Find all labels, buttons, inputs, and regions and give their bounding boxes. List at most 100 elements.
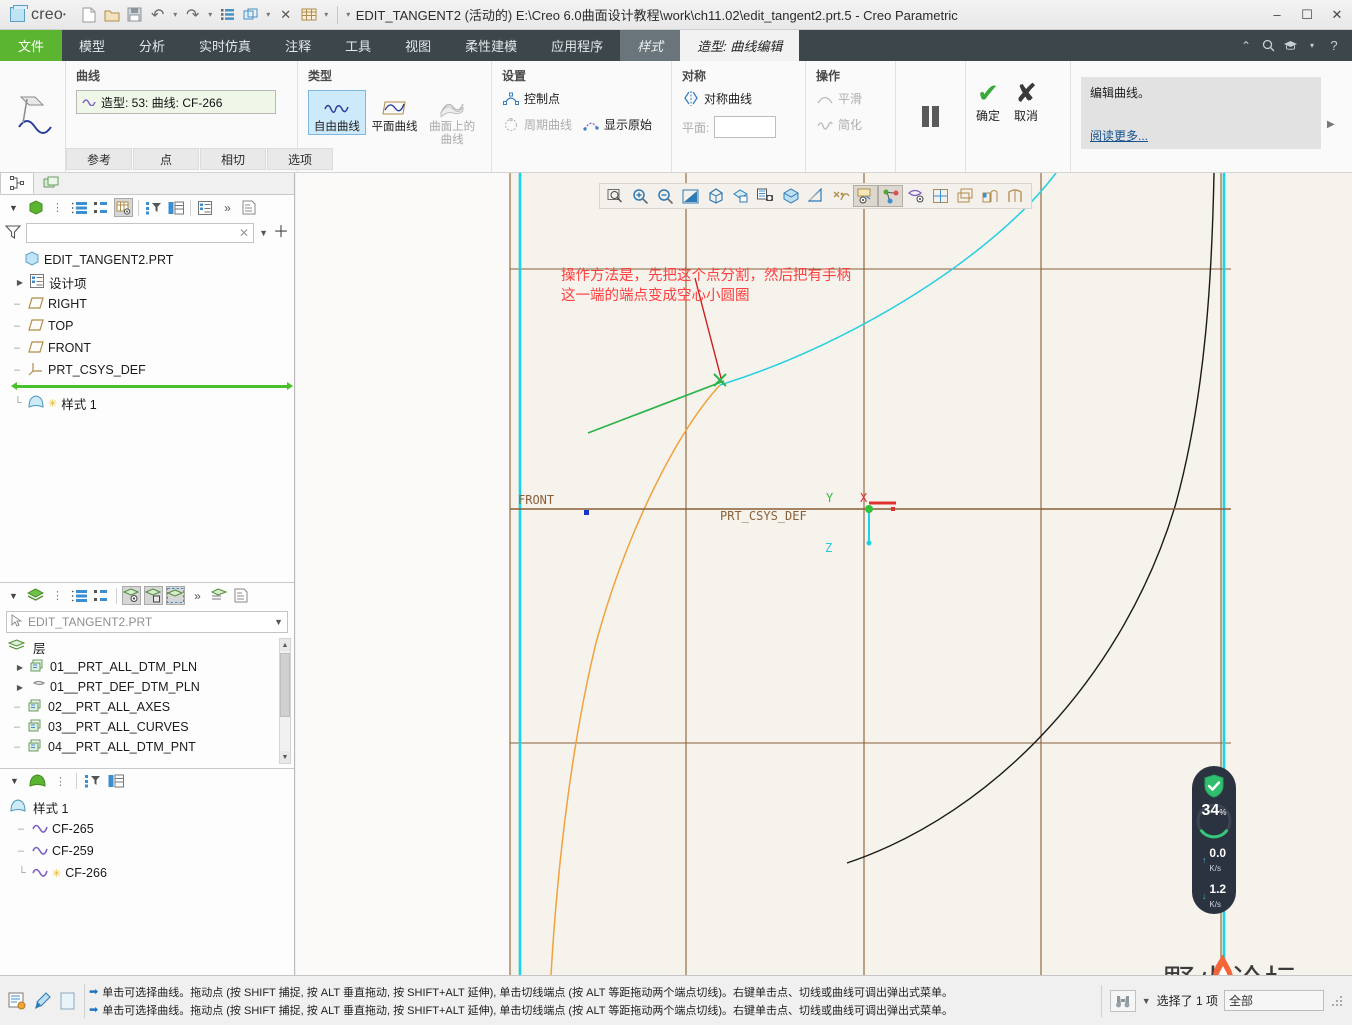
layers-icon[interactable]: [26, 586, 45, 605]
reorient-icon[interactable]: [703, 185, 728, 207]
layer-settings-icon[interactable]: [210, 586, 229, 605]
csys-display-icon[interactable]: [978, 185, 1003, 207]
display-style-icon[interactable]: [778, 185, 803, 207]
layer-item-1[interactable]: ▶ 01__PRT_DEF_DTM_PLN: [8, 677, 294, 697]
filter-icon[interactable]: [83, 772, 102, 791]
resize-grip[interactable]: [1330, 994, 1344, 1008]
expand-toggle-icon[interactable]: ▶: [14, 683, 26, 692]
tree-node-front[interactable]: – FRONT: [8, 337, 294, 359]
model-tree[interactable]: EDIT_TANGENT2.PRT ▶ 设计项 – RIGHT – TOP –: [0, 246, 294, 414]
network-speed-widget[interactable]: 34% ↑ 0.0 K/s ↓ 1.2 K/s: [1192, 766, 1236, 914]
brush-icon[interactable]: [32, 991, 52, 1011]
tree-columns-icon[interactable]: [92, 198, 111, 217]
close-button[interactable]: ✕: [1322, 0, 1352, 30]
undo-dropdown-icon[interactable]: ▾: [170, 10, 181, 19]
tree-filter-input[interactable]: ✕: [26, 223, 255, 243]
section-display-icon[interactable]: [1003, 185, 1028, 207]
tab-view[interactable]: 视图: [388, 30, 448, 61]
display-style-icon[interactable]: [298, 4, 320, 26]
close-window-icon[interactable]: ✕: [275, 4, 297, 26]
chevron-down-icon[interactable]: ▼: [274, 617, 283, 627]
spin-center-icon[interactable]: [878, 185, 903, 207]
model-cube-icon[interactable]: [26, 198, 45, 217]
more-options-icon[interactable]: ⋮: [48, 586, 67, 605]
layer-detail-icon[interactable]: [232, 586, 251, 605]
ok-button[interactable]: ✔ 确定: [976, 79, 1000, 124]
read-more-link[interactable]: 阅读更多...: [1090, 127, 1148, 144]
style-icon[interactable]: [28, 772, 47, 791]
tab-tools[interactable]: 工具: [328, 30, 388, 61]
layer-tree-tab[interactable]: [34, 172, 68, 194]
control-points-toggle[interactable]: 控制点: [502, 90, 661, 107]
style-curve-0[interactable]: – CF-265: [10, 818, 294, 840]
new-file-icon[interactable]: [78, 4, 100, 26]
scrollbar-thumb[interactable]: [280, 653, 290, 717]
layer-model-selector[interactable]: EDIT_TANGENT2.PRT ▼: [6, 611, 288, 633]
window-icon[interactable]: [240, 4, 262, 26]
point-display-icon[interactable]: [953, 185, 978, 207]
tab-annotate[interactable]: 注释: [268, 30, 328, 61]
curve-edit-big-icon[interactable]: [0, 61, 66, 172]
help-center-icon[interactable]: [1280, 32, 1300, 60]
columns-icon[interactable]: [106, 772, 125, 791]
tree-filter-row[interactable]: ✕ ▼ ＋: [0, 220, 294, 246]
tree-node-style[interactable]: └ ✳ 样式 1: [8, 392, 294, 414]
expand-arrow-icon[interactable]: ▼: [4, 198, 23, 217]
model-tree-tab[interactable]: [0, 172, 34, 194]
tree-node-root[interactable]: EDIT_TANGENT2.PRT: [8, 249, 294, 271]
type-free-curve-button[interactable]: 自由曲线: [308, 90, 366, 136]
symmetric-curve-toggle[interactable]: 对称曲线: [682, 90, 795, 107]
layer-show-icon[interactable]: [122, 586, 141, 605]
minimize-button[interactable]: –: [1262, 0, 1292, 30]
datum-plane-display-icon[interactable]: [903, 185, 928, 207]
zoom-out-icon[interactable]: [653, 185, 678, 207]
tab-flexible-modeling[interactable]: 柔性建模: [448, 30, 534, 61]
style-curve-2[interactable]: └ ✳ CF-266: [10, 862, 294, 884]
tree-node-design-items[interactable]: ▶ 设计项: [8, 271, 294, 293]
tab-analysis[interactable]: 分析: [122, 30, 182, 61]
settings-list-icon[interactable]: [196, 198, 215, 217]
window-dropdown-icon[interactable]: ▾: [263, 10, 274, 19]
layer-item-3[interactable]: – 03__PRT_ALL_CURVES: [8, 717, 294, 737]
tree-filter-display-icon[interactable]: [114, 198, 133, 217]
filter-settings-icon[interactable]: [144, 198, 163, 217]
annotation-display-icon[interactable]: [853, 185, 878, 207]
subtab-tangency[interactable]: 相切: [200, 148, 266, 170]
regenerate-icon[interactable]: [217, 4, 239, 26]
ribbon-tab-bar[interactable]: 文件 模型 分析 实时仿真 注释 工具 视图 柔性建模 应用程序 样式 造型: …: [0, 30, 1352, 61]
layer-list[interactable]: 层 ▶ 01__PRT_ALL_DTM_PLN ▶ 01__PRT_DEF_DT…: [0, 636, 294, 766]
style-tree[interactable]: 样式 1 – CF-265 – CF-259 └ ✳ CF-266: [0, 793, 294, 884]
tab-model[interactable]: 模型: [62, 30, 122, 61]
tree-node-right[interactable]: – RIGHT: [8, 293, 294, 315]
navigator-tabs[interactable]: [0, 172, 294, 195]
symmetry-plane-field[interactable]: [714, 116, 777, 138]
overflow-icon[interactable]: »: [218, 198, 237, 217]
binoculars-dropdown-icon[interactable]: ▼: [1142, 996, 1151, 1006]
binoculars-icon[interactable]: [1109, 989, 1136, 1012]
layer-item-4[interactable]: – 04__PRT_ALL_DTM_PNT: [8, 737, 294, 757]
insert-here-bar[interactable]: [11, 382, 293, 390]
expand-arrow-icon[interactable]: ▼: [5, 772, 24, 791]
scroll-up-icon[interactable]: ▲: [280, 639, 290, 651]
overflow-icon[interactable]: »: [188, 586, 207, 605]
type-planar-curve-button[interactable]: 平面曲线: [366, 90, 424, 135]
chevron-down-icon[interactable]: ▾: [1302, 32, 1322, 60]
subtab-points[interactable]: 点: [133, 148, 199, 170]
subtab-references[interactable]: 参考: [66, 148, 132, 170]
maximize-button[interactable]: ☐: [1292, 0, 1322, 30]
zoom-in-icon[interactable]: [628, 185, 653, 207]
layer-hide-icon[interactable]: [144, 586, 163, 605]
cancel-button[interactable]: ✘ 取消: [1014, 79, 1038, 124]
more-options-icon[interactable]: ⋮: [48, 198, 67, 217]
tab-applications[interactable]: 应用程序: [534, 30, 620, 61]
curve-reference-field[interactable]: 造型: 53: 曲线: CF-266: [76, 90, 276, 114]
tree-node-top[interactable]: – TOP: [8, 315, 294, 337]
style-tree-root[interactable]: 样式 1: [10, 796, 294, 818]
ribbon-right-controls[interactable]: ⌃ ▾ ?: [1236, 30, 1352, 61]
scroll-down-icon[interactable]: ▼: [280, 751, 290, 763]
status-bar-icons[interactable]: [0, 991, 84, 1011]
window-controls[interactable]: – ☐ ✕: [1262, 0, 1352, 30]
pause-icon[interactable]: [922, 106, 939, 127]
display-style-dropdown-icon[interactable]: ▾: [321, 10, 332, 19]
redo-dropdown-icon[interactable]: ▾: [205, 10, 216, 19]
